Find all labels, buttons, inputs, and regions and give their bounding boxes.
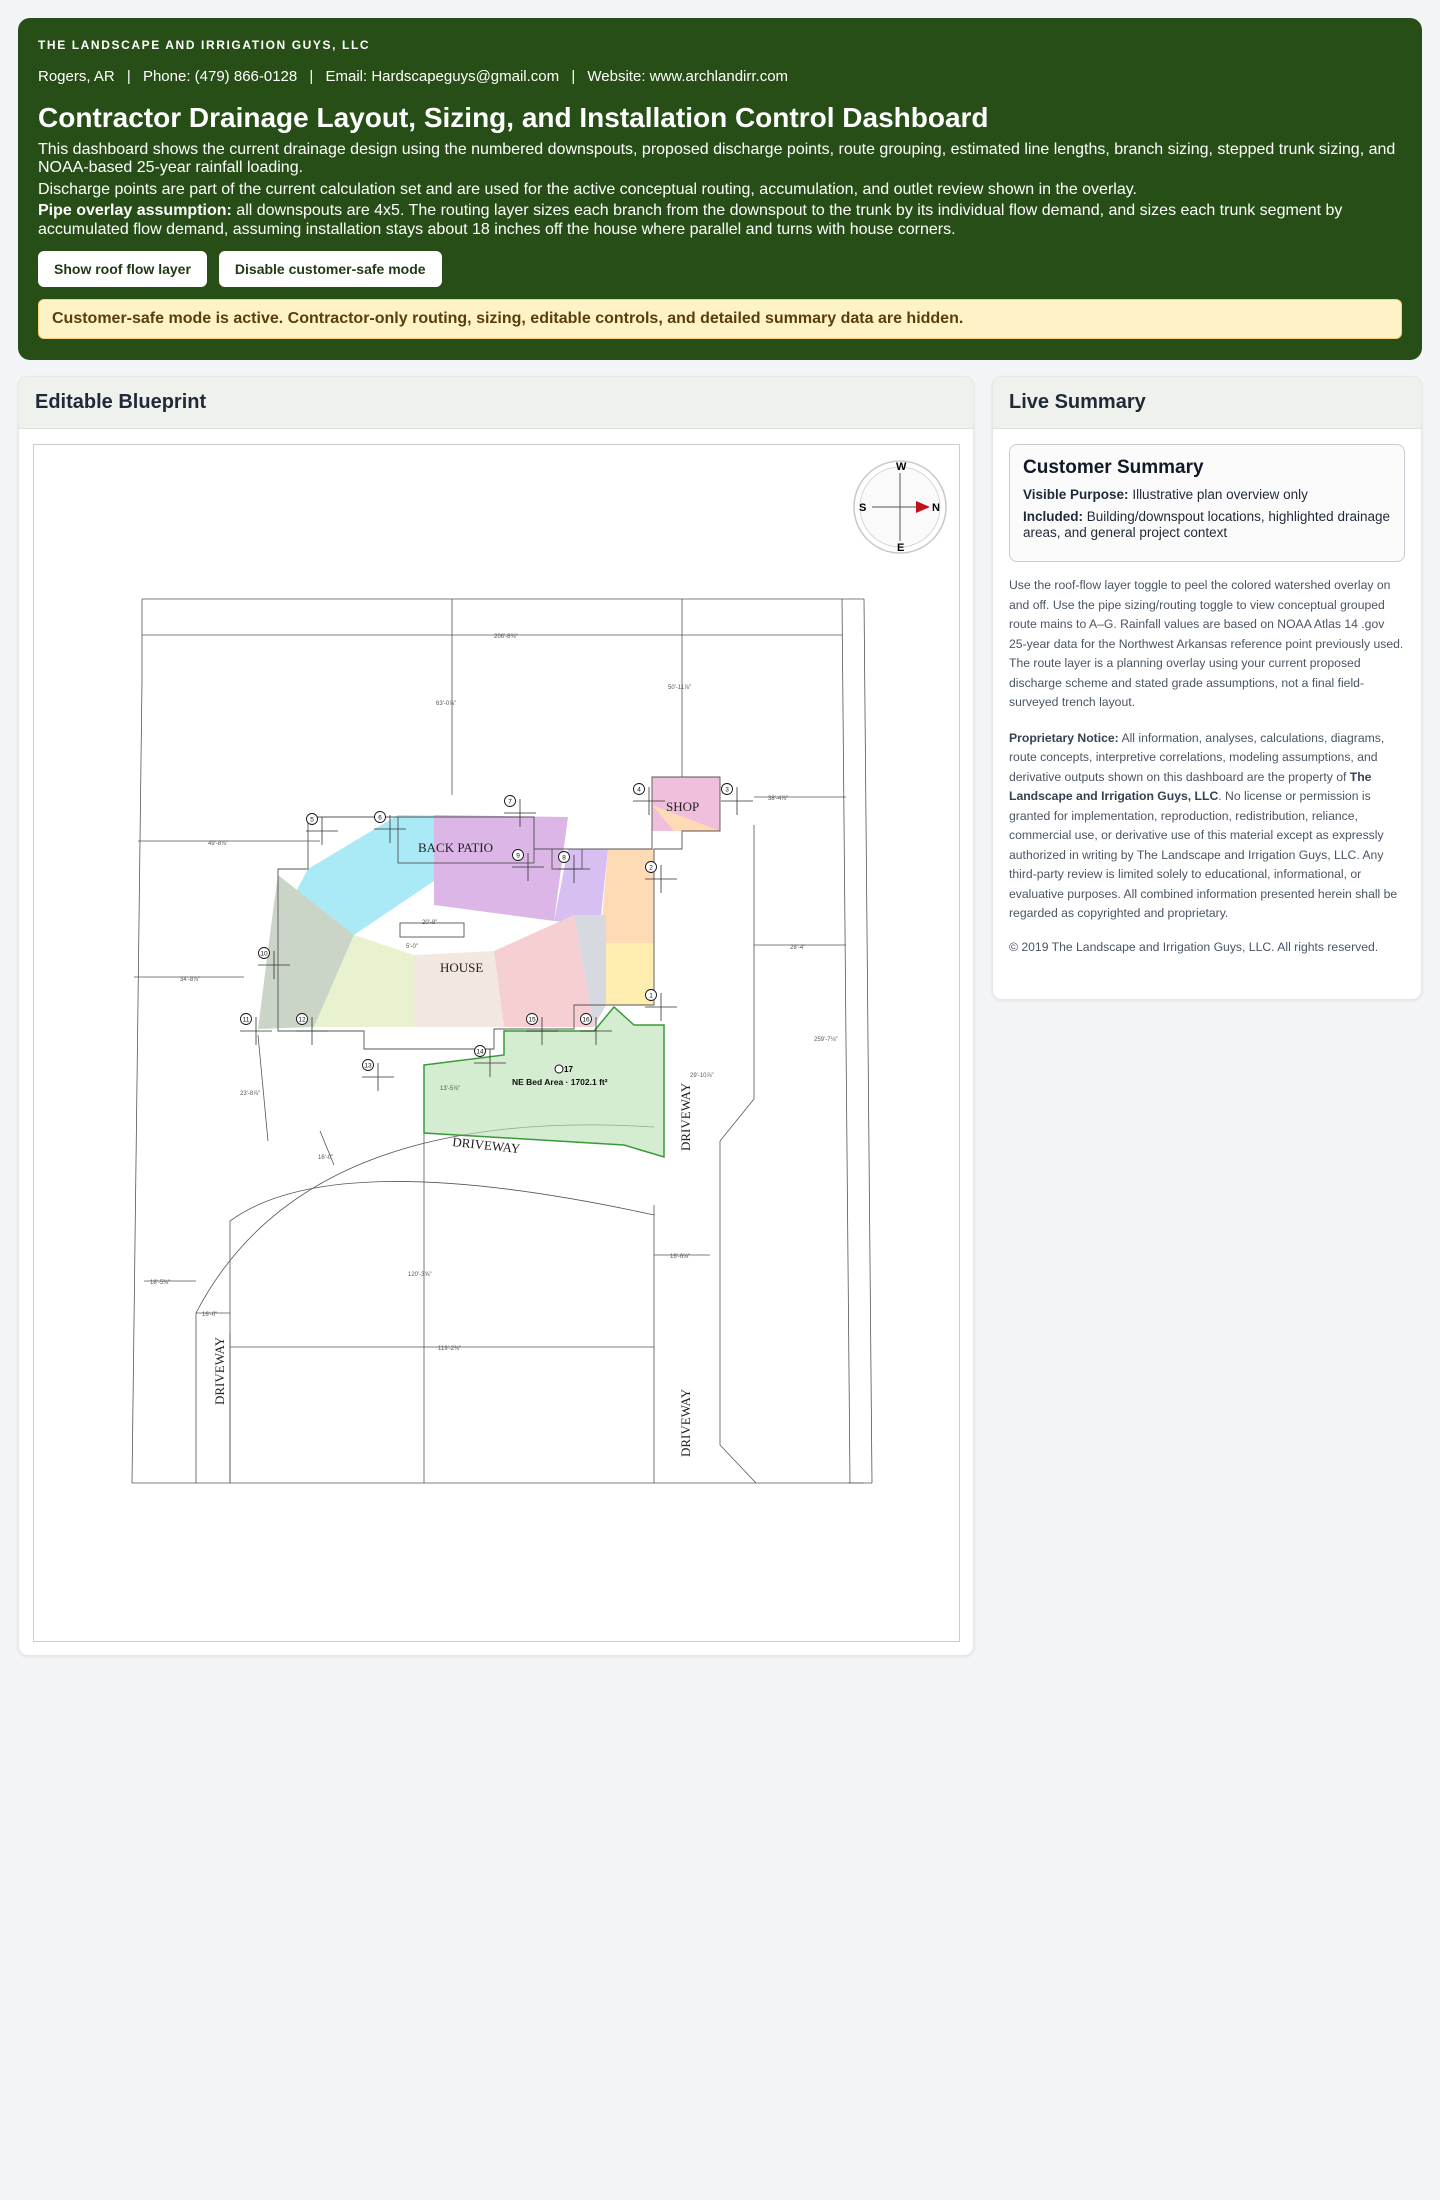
- downspout-number: 9: [516, 852, 520, 859]
- page-title: Contractor Drainage Layout, Sizing, and …: [38, 102, 989, 133]
- dim-shop-right: 38'-4⅞": [768, 796, 788, 802]
- pipe-assumption: Pipe overlay assumption: all downspouts …: [38, 202, 1402, 239]
- summary-body: Use the roof-flow layer toggle to peel t…: [1009, 576, 1405, 924]
- notice-label: Proprietary Notice:: [1009, 730, 1119, 745]
- separator: |: [571, 68, 576, 85]
- dim-left-drive: 16'-0": [202, 1312, 217, 1318]
- customer-safe-toggle-button[interactable]: Disable customer-safe mode: [218, 251, 442, 288]
- visible-purpose: Visible Purpose: Illustrative plan overv…: [1023, 487, 1391, 503]
- downspout-number: 4: [637, 786, 641, 793]
- downspout-number: 14: [476, 1048, 484, 1055]
- compass-e: E: [897, 542, 904, 554]
- pipe-assumption-label: Pipe overlay assumption:: [38, 202, 232, 220]
- copyright: © 2019 The Landscape and Irrigation Guys…: [1009, 939, 1379, 954]
- house-label: HOUSE: [440, 960, 483, 975]
- company-name: THE LANDSCAPE AND IRRIGATION GUYS, LLC: [38, 38, 371, 52]
- dim-porch: 20'-8": [422, 920, 437, 926]
- summary-heading: Live Summary: [993, 377, 1421, 429]
- downspout-number: 8: [562, 854, 566, 861]
- dim-shop-drop: 50'-11⅞": [668, 685, 691, 691]
- roof-flow-toggle-button[interactable]: Show roof flow layer: [38, 251, 207, 288]
- shop-label: SHOP: [666, 799, 699, 814]
- dim-bed-left: 13'-5⅞": [440, 1086, 460, 1092]
- back-patio-label: BACK PATIO: [418, 840, 493, 855]
- included-label: Included:: [1023, 508, 1083, 524]
- summary-panel: Live Summary Customer Summary Visible Pu…: [992, 376, 1422, 1000]
- pipe-assumption-text: all downspouts are 4x5. The routing laye…: [38, 202, 1343, 238]
- downspout-number: 6: [378, 814, 382, 821]
- dim-left-far: 18'-5⅜": [150, 1280, 170, 1286]
- downspout-number: 10: [260, 950, 268, 957]
- driveway-label-left: DRIVEWAY: [212, 1336, 227, 1405]
- downspout-3[interactable]: 3: [721, 783, 753, 816]
- included: Included: Building/downspout locations, …: [1023, 509, 1391, 541]
- blueprint-panel: Editable Blueprint 206'-8⅜" 63'-0⅞" 50'-…: [18, 376, 974, 1656]
- customer-summary-card: Customer Summary Visible Purpose: Illust…: [1009, 444, 1405, 562]
- blueprint-heading: Editable Blueprint: [19, 377, 973, 429]
- downspout-number: 13: [364, 1062, 372, 1069]
- dim-bottom: 119'-2⅜": [438, 1346, 461, 1352]
- separator: |: [126, 68, 131, 85]
- compass-n: N: [932, 502, 940, 514]
- driveway-label-right: DRIVEWAY: [678, 1082, 693, 1151]
- dim-top: 206'-8⅜": [494, 634, 518, 640]
- downspout-number: 1: [649, 992, 653, 999]
- header-actions: Show roof flow layer Disable customer-sa…: [38, 251, 1402, 288]
- downspout-5[interactable]: 5: [306, 813, 338, 846]
- website: Website: www.archlandirr.com: [587, 68, 789, 85]
- downspout-number: 15: [528, 1016, 536, 1023]
- discharge-point-17-label: 17: [564, 1065, 573, 1074]
- dim-right-mid: 16'-6⅝": [670, 1254, 690, 1260]
- dim-east-mid: 28'-4": [790, 945, 805, 951]
- dim-porch-sub: 5'-0": [406, 944, 418, 950]
- downspout-13[interactable]: 13: [362, 1059, 394, 1092]
- discharge-point-17[interactable]: [554, 1064, 564, 1074]
- dim-center-long: 120'-3⅝": [408, 1272, 432, 1278]
- site-plan: 206'-8⅜" 63'-0⅞" 50'-11⅞" 38'-4⅞" 49'-8⅞…: [131, 460, 947, 1484]
- compass-s: S: [859, 502, 866, 514]
- blueprint-canvas[interactable]: 206'-8⅜" 63'-0⅞" 50'-11⅞" 38'-4⅞" 49'-8⅞…: [33, 444, 960, 1642]
- phone: Phone: (479) 866-0128: [142, 68, 298, 85]
- dim-drive-top: 29'-10⅞": [690, 1073, 714, 1079]
- downspout-number: 16: [582, 1016, 590, 1023]
- proprietary-notice: Proprietary Notice: All information, ana…: [1009, 729, 1405, 924]
- dim-east-long: 259'-7⅛": [814, 1037, 838, 1043]
- visible-purpose-label: Visible Purpose:: [1023, 487, 1129, 502]
- email: Email: Hardscapeguys@gmail.com: [325, 68, 560, 85]
- customer-summary-title: Customer Summary: [1023, 457, 1204, 478]
- visible-purpose-value: Illustrative plan overview only: [1132, 487, 1308, 502]
- separator: |: [309, 68, 314, 85]
- contact-line: Rogers, AR | Phone: (479) 866-0128 | Ema…: [38, 68, 1402, 85]
- downspout-number: 5: [310, 816, 314, 823]
- customer-safe-notice: Customer-safe mode is active. Contractor…: [38, 299, 1402, 340]
- compass: W S N E: [853, 460, 947, 554]
- downspout-number: 7: [508, 798, 512, 805]
- downspout-number: 12: [298, 1016, 306, 1023]
- dashboard-header: THE LANDSCAPE AND IRRIGATION GUYS, LLC R…: [18, 18, 1422, 360]
- downspout-number: 2: [649, 864, 653, 871]
- driveway-label-bottom: DRIVEWAY: [678, 1388, 693, 1457]
- dim-sw-b: 16'-0": [318, 1155, 333, 1161]
- dim-north-drop: 63'-0⅞": [436, 701, 456, 707]
- intro-text: This dashboard shows the current drainag…: [38, 140, 1396, 177]
- usage-text: Use the roof-flow layer toggle to peel t…: [1009, 578, 1404, 710]
- discharge-note: Discharge points are part of the current…: [38, 180, 1137, 198]
- compass-w: W: [896, 461, 907, 473]
- dim-west-upper: 49'-8⅞": [208, 841, 228, 847]
- dim-west-mid: 34'-8⅞": [180, 977, 200, 983]
- ne-bed-label: NE Bed Area · 1702.1 ft²: [512, 1077, 608, 1087]
- notice-text-2: . No license or permission is granted fo…: [1009, 789, 1398, 921]
- downspout-number: 3: [725, 786, 729, 793]
- location: Rogers, AR: [38, 68, 115, 85]
- downspout-number: 11: [243, 1016, 250, 1023]
- property-lines: [131, 598, 873, 1484]
- dim-sw-a: 23'-8⅞": [240, 1091, 260, 1097]
